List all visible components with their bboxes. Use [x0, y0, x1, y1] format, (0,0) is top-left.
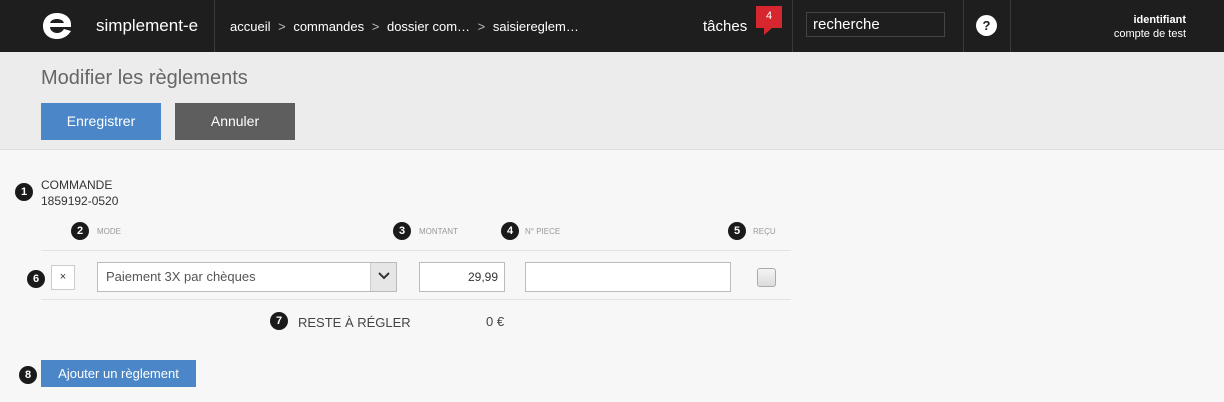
breadcrumb-separator: >: [371, 19, 380, 34]
order-info: COMMANDE 1859192-0520: [41, 177, 118, 209]
remaining-value: 0 €: [486, 314, 505, 329]
step-marker-7: 7: [270, 312, 288, 330]
divider: [792, 0, 793, 52]
step-marker-4: 4: [501, 222, 519, 240]
breadcrumb-item-current: saisiereglem…: [492, 19, 579, 34]
piece-number-input[interactable]: [525, 262, 731, 292]
order-number: 1859192-0520: [41, 194, 119, 208]
received-checkbox[interactable]: [757, 268, 776, 287]
step-marker-2: 2: [71, 222, 89, 240]
tasks-count-badge[interactable]: 4: [756, 6, 782, 35]
step-marker-1: 1: [15, 183, 33, 201]
breadcrumb-separator: >: [278, 19, 286, 34]
amount-input[interactable]: 29,99: [419, 262, 505, 292]
step-marker-3: 3: [393, 222, 411, 240]
tasks-link[interactable]: tâches: [703, 18, 747, 35]
divider: [1010, 0, 1011, 52]
breadcrumb-item-commandes[interactable]: commandes: [293, 19, 364, 34]
divider: [214, 0, 215, 52]
save-button[interactable]: Enregistrer: [41, 103, 161, 140]
search-input[interactable]: [806, 12, 945, 37]
user-account: compte de test: [1113, 28, 1186, 40]
step-marker-8: 8: [19, 366, 37, 384]
step-marker-6: 6: [27, 270, 45, 288]
delete-payment-button[interactable]: ×: [51, 265, 75, 290]
divider: [963, 0, 964, 52]
add-payment-button[interactable]: Ajouter un règlement: [41, 360, 196, 387]
breadcrumb-item-accueil[interactable]: accueil: [230, 19, 270, 34]
cancel-button[interactable]: Annuler: [175, 103, 295, 140]
help-icon[interactable]: ?: [976, 15, 997, 36]
top-navigation-bar: simplement-e accueil > commandes > dossi…: [0, 0, 1224, 52]
column-header-recu: REÇU: [753, 227, 776, 236]
brand-name[interactable]: simplement-e: [96, 16, 198, 36]
column-header-mode: MODE: [97, 227, 121, 236]
user-name: identifiant: [1133, 14, 1186, 26]
page-header: Modifier les règlements Enregistrer Annu…: [0, 52, 1224, 150]
divider: [41, 250, 791, 251]
breadcrumb-item-dossier[interactable]: dossier com…: [387, 19, 470, 34]
page-title: Modifier les règlements: [41, 67, 248, 89]
chevron-down-icon[interactable]: [370, 263, 396, 291]
step-marker-5: 5: [728, 222, 746, 240]
payment-mode-select[interactable]: Paiement 3X par chèques: [97, 262, 397, 292]
column-header-piece: N° PIECE: [525, 227, 561, 236]
breadcrumb-separator: >: [477, 19, 486, 34]
order-label: COMMANDE: [41, 178, 113, 192]
user-menu[interactable]: identifiant compte de test: [1114, 13, 1186, 41]
divider: [41, 299, 791, 300]
column-header-montant: MONTANT: [419, 227, 458, 236]
brand-logo-icon[interactable]: [40, 10, 74, 42]
breadcrumb: accueil > commandes > dossier com… > sai…: [230, 19, 583, 34]
remaining-label: RESTE À RÉGLER: [298, 315, 411, 330]
